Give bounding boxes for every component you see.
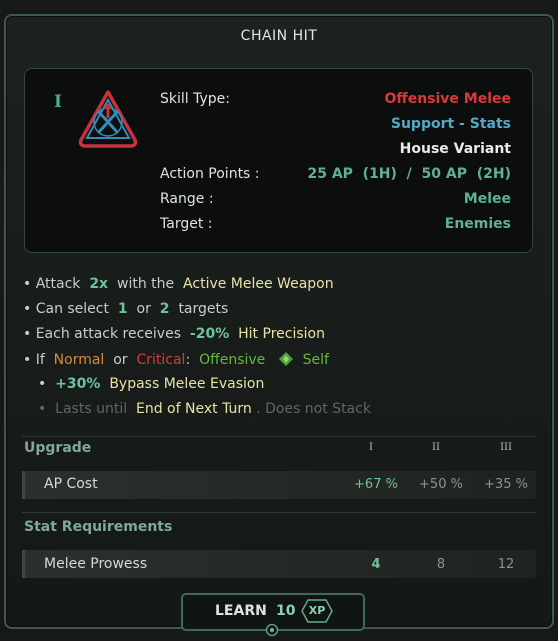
target-value: Enemies — [444, 216, 511, 232]
description-line-attack: • Attack 2x with the Active Melee Weapon — [23, 276, 334, 292]
range-value: Melee — [463, 191, 511, 207]
diamond-arrow-icon — [279, 352, 294, 366]
range-label: Range : — [160, 191, 214, 207]
description-line-bypass: • +30% Bypass Melee Evasion — [38, 376, 265, 392]
skill-type-value: Offensive Melee — [384, 91, 511, 107]
melee-prowess-label: Melee Prowess — [44, 556, 148, 572]
learn-button-label: LEARN — [215, 603, 267, 619]
skill-rank: I — [54, 92, 62, 112]
target-label: Target : — [160, 216, 213, 232]
action-points-label: Action Points : — [160, 166, 260, 182]
ap-cost-rank-1: +67 % — [354, 477, 398, 492]
skill-title: CHAIN HIT — [240, 28, 318, 44]
melee-prowess-rank-1: 4 — [371, 557, 381, 572]
learn-cost: 10 — [276, 603, 296, 619]
ap-cost-label: AP Cost — [44, 476, 98, 492]
upgrade-heading: Upgrade — [24, 440, 92, 456]
action-points-value: 25 AP (1H) / 50 AP (2H) — [307, 166, 511, 182]
crossed-swords-triangle-icon — [78, 90, 138, 148]
xp-currency-label: XP — [308, 604, 326, 617]
description-line-precision: • Each attack receives -20% Hit Precisio… — [23, 326, 325, 342]
requirements-divider — [22, 512, 536, 513]
description-line-duration: • Lasts until End of Next Turn . Does no… — [38, 401, 371, 417]
description-line-condition: • If Normal or Critical: Offensive Self — [23, 352, 329, 368]
ap-cost-rank-2: +50 % — [419, 477, 463, 492]
requirements-heading: Stat Requirements — [24, 519, 173, 535]
skill-type-label: Skill Type: — [160, 91, 230, 107]
upgrade-col-3: III — [500, 442, 512, 453]
skill-subtype-value: Support - Stats — [390, 116, 511, 132]
melee-prowess-rank-2: 8 — [436, 557, 446, 572]
upgrade-divider — [22, 436, 536, 437]
skill-variant-value: House Variant — [399, 141, 511, 157]
ap-cost-rank-3: +35 % — [484, 477, 528, 492]
upgrade-col-1: I — [369, 442, 373, 453]
tooltip-anchor-icon — [265, 623, 279, 637]
description-line-targets: • Can select 1 or 2 targets — [23, 301, 229, 317]
upgrade-col-2: II — [432, 442, 440, 453]
melee-prowess-rank-3: 12 — [497, 557, 515, 572]
